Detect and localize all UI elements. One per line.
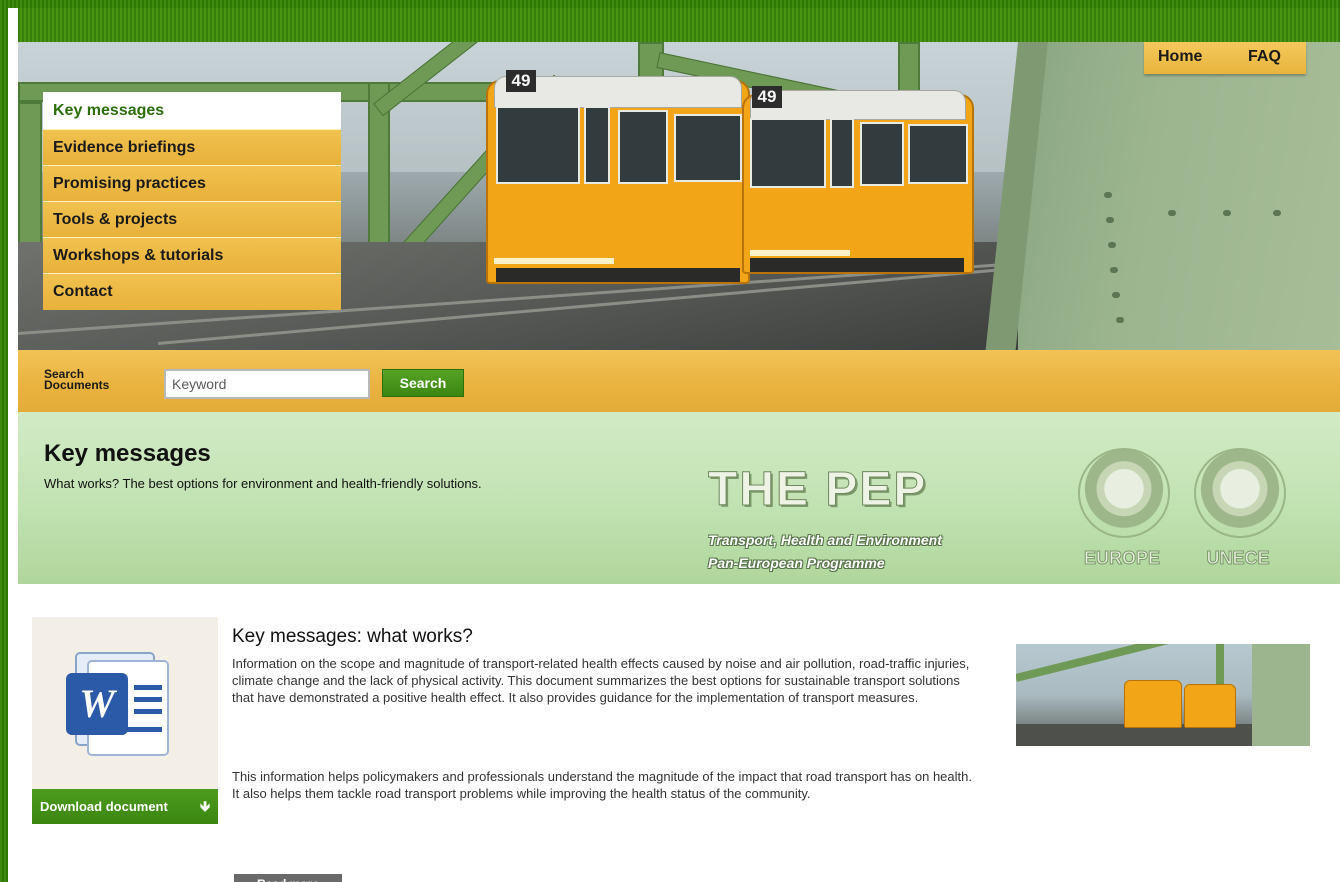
rivet xyxy=(1168,210,1176,216)
menu-item-contact[interactable]: Contact xyxy=(43,274,341,310)
page-title: Key messages xyxy=(44,440,211,467)
rivet xyxy=(1116,317,1124,323)
tram-undercarriage xyxy=(496,268,740,282)
un-emblem-icon xyxy=(1194,448,1286,538)
tram: 49 xyxy=(742,86,974,274)
tram-window xyxy=(860,122,904,186)
article-paragraph-1: Information on the scope and magnitude o… xyxy=(232,656,970,705)
tram-window xyxy=(496,106,580,184)
menu-item-evidence-briefings[interactable]: Evidence briefings xyxy=(43,130,341,166)
search-label: Search Documents xyxy=(44,367,110,392)
frame-inner-top xyxy=(8,8,1340,42)
thumb-girder xyxy=(1016,644,1173,682)
menu-item-promising-practices[interactable]: Promising practices xyxy=(43,166,341,202)
thumb-tram xyxy=(1124,680,1182,728)
nav-home-link[interactable]: Home xyxy=(1158,48,1202,66)
thumb-tram xyxy=(1184,684,1236,728)
search-bar: Search Documents Search xyxy=(18,350,1340,412)
page: 49 49 Home FAQ Key messages Evidence bri… xyxy=(18,42,1340,882)
tram-window xyxy=(908,124,968,184)
article-paragraph-2: This information helps policymakers and … xyxy=(232,769,972,801)
word-document-icon: W xyxy=(66,652,169,756)
who-emblem-icon xyxy=(1078,448,1170,538)
top-nav: Home FAQ xyxy=(1144,42,1306,74)
heading-band: Key messages What works? The best option… xyxy=(18,412,1340,584)
rivet xyxy=(1112,292,1120,298)
rivet xyxy=(1110,267,1118,273)
download-arrow-icon: 🡻 xyxy=(199,798,210,814)
tram-window xyxy=(584,106,610,184)
tram-window xyxy=(750,118,826,188)
tram-roof xyxy=(750,90,966,120)
pep-logo-line1: Transport, Health and Environment xyxy=(708,532,942,548)
tram-window xyxy=(830,118,854,188)
search-button[interactable]: Search xyxy=(382,369,464,397)
article-thumbnail-image xyxy=(1016,644,1310,746)
rivet xyxy=(1273,210,1281,216)
pep-logo-title: THE PEP xyxy=(707,463,928,517)
search-input[interactable] xyxy=(164,369,370,399)
bridge-deck xyxy=(1018,42,1340,350)
article-title: Key messages: what works? xyxy=(232,626,473,647)
tram-stripe xyxy=(494,258,614,264)
tram-undercarriage xyxy=(750,258,964,272)
svg-text:W: W xyxy=(79,681,117,726)
tram-window xyxy=(674,114,742,182)
tram: 49 xyxy=(486,70,750,284)
download-document-button[interactable]: Download document 🡻 xyxy=(32,789,218,824)
document-preview[interactable]: W xyxy=(32,617,218,789)
emblem-unece-label: UNECE xyxy=(1206,548,1270,569)
tram-stripe xyxy=(750,250,850,256)
tram-number: 49 xyxy=(752,86,782,108)
main-menu: Key messages Evidence briefings Promisin… xyxy=(43,92,341,310)
download-document-label: Download document xyxy=(40,799,168,814)
tram-window xyxy=(618,110,668,184)
nav-faq-link[interactable]: FAQ xyxy=(1248,48,1281,66)
emblem-europe-label: EUROPE xyxy=(1083,548,1161,569)
menu-item-tools-projects[interactable]: Tools & projects xyxy=(43,202,341,238)
page-subtitle: What works? The best options for environ… xyxy=(44,476,482,491)
rivet xyxy=(1223,210,1231,216)
menu-item-workshops-tutorials[interactable]: Workshops & tutorials xyxy=(43,238,341,274)
frame-inner-left xyxy=(8,8,18,882)
rivet xyxy=(1106,217,1114,223)
read-more-button[interactable]: Read more xyxy=(234,874,342,882)
tram-number: 49 xyxy=(506,70,536,92)
rivet xyxy=(1104,192,1112,198)
pep-logo-line2: Pan-European Programme xyxy=(708,555,885,571)
thumb-deck xyxy=(1252,644,1310,746)
rivet xyxy=(1108,242,1116,248)
menu-item-key-messages[interactable]: Key messages xyxy=(43,92,341,130)
